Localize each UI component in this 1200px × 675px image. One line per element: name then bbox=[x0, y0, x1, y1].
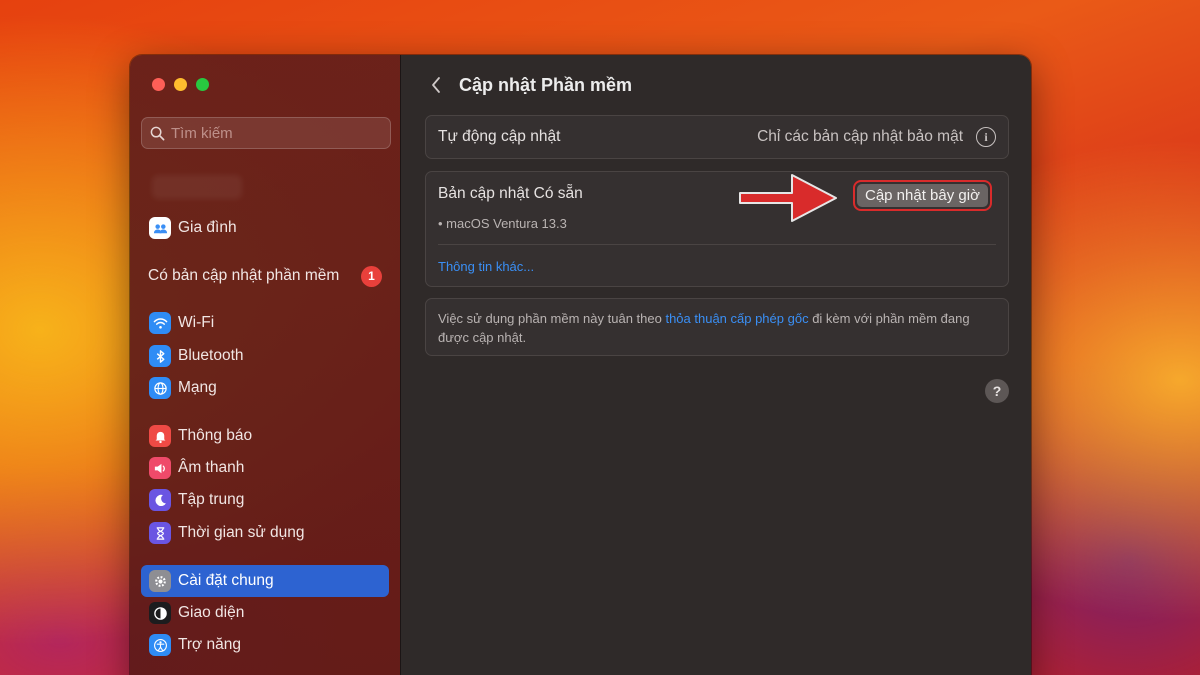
bluetooth-icon bbox=[149, 345, 171, 367]
chevron-left-icon bbox=[432, 77, 440, 93]
divider bbox=[438, 244, 996, 245]
pane-header: Cập nhật Phần mềm bbox=[401, 55, 1031, 115]
moon-icon bbox=[149, 489, 171, 511]
window-controls bbox=[152, 78, 209, 91]
sidebar-item-label: Tập trung bbox=[178, 491, 245, 508]
available-updates-card: Bản cập nhật Có sẵn • macOS Ventura 13.3… bbox=[425, 171, 1009, 287]
sidebar-item-label: Thông báo bbox=[178, 427, 253, 444]
sidebar-item-general[interactable]: Cài đặt chung bbox=[141, 565, 389, 597]
appearance-icon bbox=[149, 602, 171, 624]
search-icon bbox=[150, 126, 165, 140]
gear-icon bbox=[149, 570, 171, 592]
sidebar-item-label: Cài đặt chung bbox=[178, 572, 274, 589]
search-field[interactable] bbox=[141, 117, 391, 149]
auto-update-label: Tự động cập nhật bbox=[438, 128, 561, 145]
sidebar-item-label: Thời gian sử dụng bbox=[178, 524, 305, 541]
sidebar: Gia đình Có bản cập nhật phần mềm 1 Wi-F… bbox=[130, 55, 401, 675]
sidebar-item-focus[interactable]: Tập trung bbox=[141, 484, 389, 516]
apple-id-item[interactable] bbox=[152, 175, 242, 199]
sidebar-item-appearance[interactable]: Giao diện bbox=[141, 597, 389, 629]
update-now-button[interactable]: Cập nhật bây giờ bbox=[857, 184, 988, 207]
sidebar-item-network[interactable]: Mạng bbox=[141, 372, 389, 404]
auto-update-row: Tự động cập nhật Chỉ các bản cập nhật bả… bbox=[425, 115, 1009, 159]
available-updates-title: Bản cập nhật Có sẵn bbox=[438, 185, 583, 202]
sidebar-item-wifi[interactable]: Wi-Fi bbox=[141, 307, 389, 339]
settings-window: Gia đình Có bản cập nhật phần mềm 1 Wi-F… bbox=[130, 55, 1031, 675]
update-item: • macOS Ventura 13.3 bbox=[438, 216, 567, 231]
page-title: Cập nhật Phần mềm bbox=[459, 74, 633, 95]
sidebar-item-label: Gia đình bbox=[178, 219, 237, 236]
sidebar-item-notifications[interactable]: Thông báo bbox=[141, 420, 389, 452]
license-notice: Việc sử dụng phần mềm này tuân theo thỏa… bbox=[425, 298, 1009, 356]
minimize-window-button[interactable] bbox=[174, 78, 187, 91]
back-button[interactable] bbox=[425, 74, 447, 96]
sidebar-item-accessibility[interactable]: Trợ năng bbox=[141, 629, 389, 661]
sidebar-item-label: Bluetooth bbox=[178, 347, 244, 364]
sidebar-item-label: Wi-Fi bbox=[178, 314, 215, 331]
bell-icon bbox=[149, 425, 171, 447]
info-icon[interactable]: i bbox=[976, 127, 996, 147]
zoom-window-button[interactable] bbox=[196, 78, 209, 91]
search-input[interactable] bbox=[171, 124, 381, 142]
sidebar-item-screen-time[interactable]: Thời gian sử dụng bbox=[141, 517, 389, 549]
sidebar-software-update-notice[interactable]: Có bản cập nhật phần mềm 1 bbox=[148, 260, 388, 292]
hourglass-icon bbox=[149, 522, 171, 544]
update-count-badge: 1 bbox=[361, 265, 382, 287]
sidebar-item-label: Mạng bbox=[178, 379, 217, 396]
annotation-arrow-icon bbox=[739, 174, 837, 222]
sidebar-item-label: Trợ năng bbox=[178, 636, 242, 653]
main-pane: Cập nhật Phần mềm Tự động cập nhật Chỉ c… bbox=[401, 55, 1031, 675]
auto-update-value: Chỉ các bản cập nhật bảo mật bbox=[757, 128, 963, 145]
help-button[interactable]: ? bbox=[985, 379, 1009, 403]
globe-icon bbox=[149, 377, 171, 399]
wifi-icon bbox=[149, 312, 171, 334]
update-notice-label: Có bản cập nhật phần mềm bbox=[148, 267, 340, 284]
speaker-icon bbox=[149, 457, 171, 479]
sidebar-item-family[interactable]: Gia đình bbox=[141, 212, 389, 244]
family-icon bbox=[149, 217, 171, 239]
close-window-button[interactable] bbox=[152, 78, 165, 91]
sidebar-item-label: Giao diện bbox=[178, 604, 245, 621]
sidebar-item-sound[interactable]: Âm thanh bbox=[141, 452, 389, 484]
sidebar-item-bluetooth[interactable]: Bluetooth bbox=[141, 340, 389, 372]
sidebar-item-label: Âm thanh bbox=[178, 459, 245, 476]
more-info-link[interactable]: Thông tin khác... bbox=[438, 259, 534, 274]
license-text-prefix: Việc sử dụng phần mềm này tuân theo bbox=[438, 311, 666, 326]
accessibility-icon bbox=[149, 634, 171, 656]
license-agreement-link[interactable]: thỏa thuận cấp phép gốc bbox=[665, 311, 808, 326]
update-now-highlight: Cập nhật bây giờ bbox=[853, 180, 992, 211]
